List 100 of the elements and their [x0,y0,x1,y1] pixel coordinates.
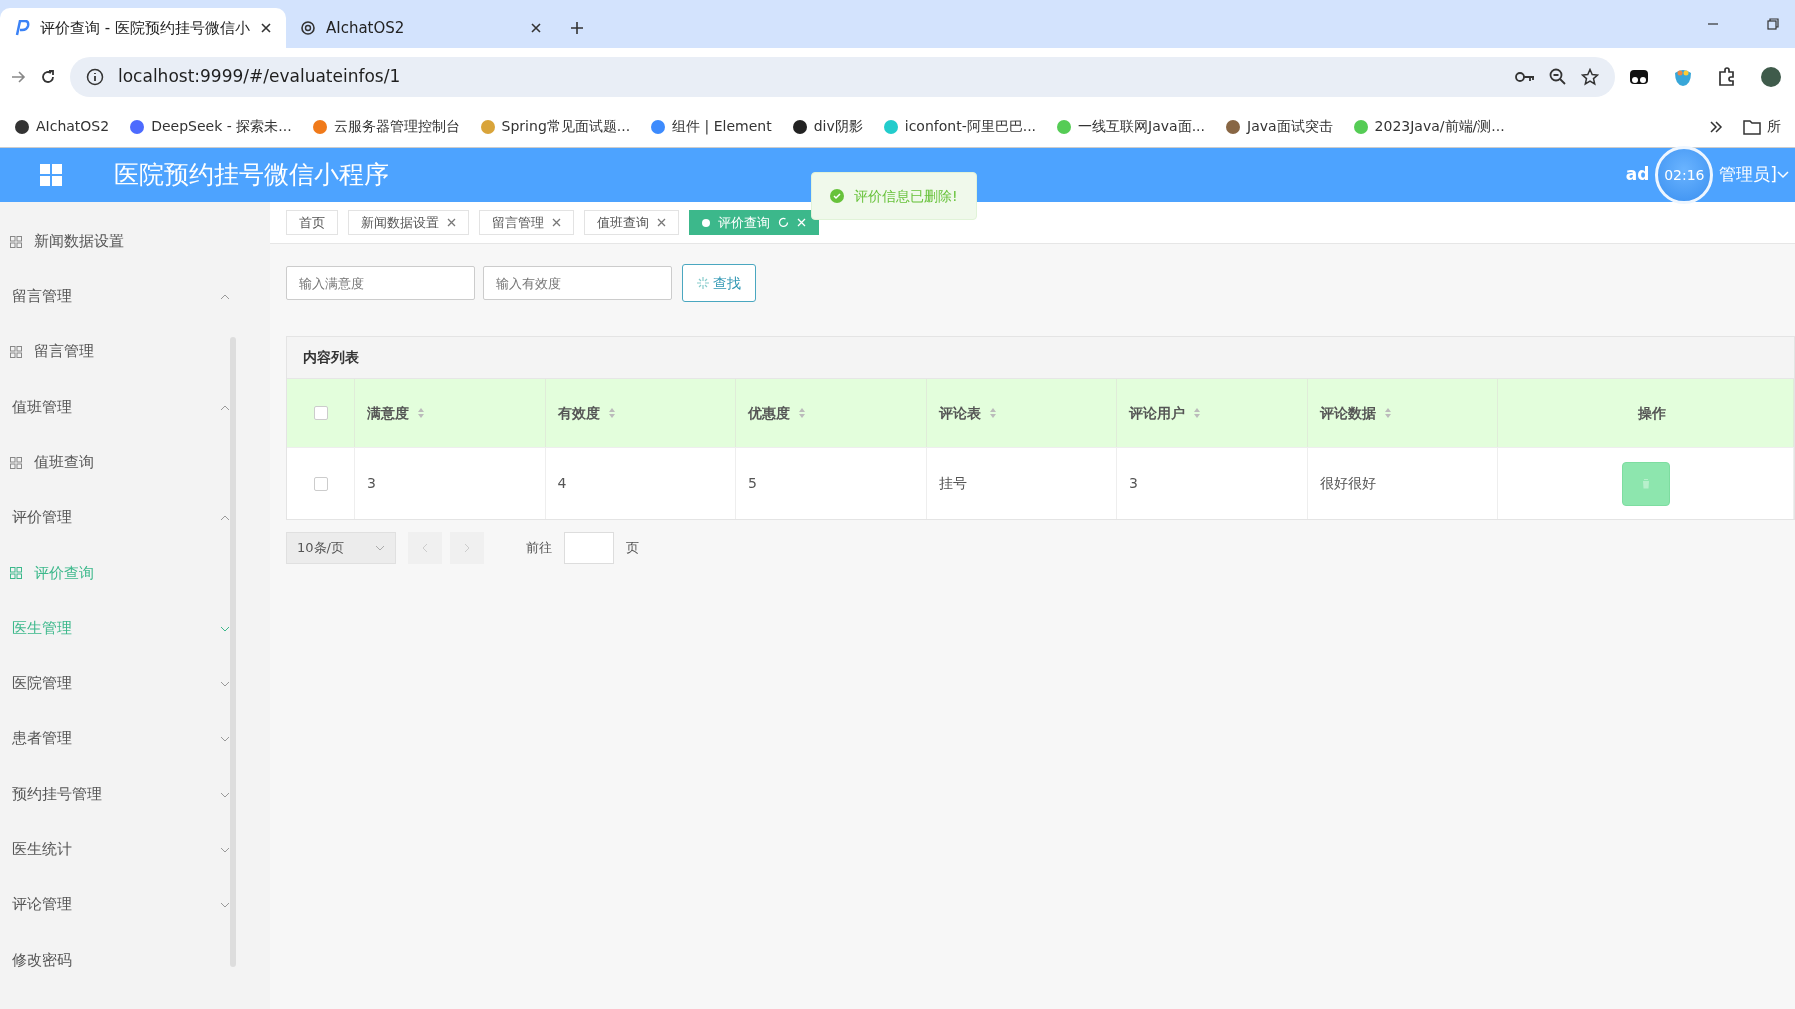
page-tab[interactable]: 新闻数据设置 [348,210,469,235]
bookmark-icon [14,118,30,135]
column-header: 操作 [1498,379,1794,447]
loading-icon [697,277,709,289]
browser-tab[interactable]: AIchatOS2 [285,8,556,48]
avatar-icon[interactable] [1761,67,1781,87]
sidebar-item[interactable]: 预约挂号管理 [0,766,270,823]
page-tab[interactable]: 值班查询 [584,210,679,235]
more-icon[interactable] [1709,119,1723,134]
table-cell-text: 挂号 [938,474,967,493]
sidebar-item[interactable]: 患者管理 [0,711,270,767]
forward-icon[interactable] [10,69,26,85]
bookmark[interactable]: DeepSeek - 探索未... [129,116,292,137]
close-icon[interactable] [259,22,272,34]
checkbox[interactable] [313,406,328,420]
grid-icon[interactable] [40,164,62,186]
goto-label: 前往 [526,539,552,558]
sidebar-item[interactable]: 评价管理 [0,490,270,546]
table-cell-text: 5 [748,474,757,493]
refresh-icon[interactable] [778,217,789,228]
page-tab[interactable]: 留言管理 [479,210,574,235]
column-header[interactable]: 满意度 [355,379,546,447]
sidebar-item[interactable]: 值班管理 [0,379,270,436]
app-title: 医院预约挂号微信小程序 [114,159,389,192]
sort-icon[interactable] [607,407,616,419]
bookmark-folder[interactable]: 所 [1743,116,1781,137]
extension-icon[interactable] [1629,68,1649,86]
column-header[interactable]: 优惠度 [736,379,927,447]
table-cell-text: 4 [557,474,567,493]
address-bar[interactable]: localhost:9999/#/evaluateinfos/1 [70,57,1615,97]
column-header[interactable]: 评论表 [926,379,1117,447]
info-icon [86,68,104,86]
page-input[interactable] [564,532,614,564]
delete-button[interactable] [1621,461,1670,506]
page-unit-label: 页 [626,539,639,558]
caret-icon[interactable] [1777,171,1789,179]
table-title: 内容列表 [287,337,1794,379]
close-icon[interactable] [529,22,542,34]
sidebar-item[interactable]: 医院管理 [0,656,270,712]
sort-icon[interactable] [1383,407,1392,419]
chevron-icon [464,543,470,553]
grid-icon [10,456,22,469]
sort-icon[interactable] [988,407,997,419]
page-size-select[interactable]: 10条/页 [286,532,396,564]
bookmark-icon [650,118,667,135]
bookmark[interactable]: 组件 | Element [650,116,772,137]
grid-icon [10,346,22,359]
bookmark[interactable]: Java面试突击 [1225,116,1333,137]
dot-icon [702,218,710,227]
browser-tab[interactable]: 评价查询 - 医院预约挂号微信小 [0,8,286,48]
bookmark[interactable]: div阴影 [791,116,863,137]
sidebar-item[interactable]: 评论管理 [0,877,270,933]
bookmark-icon [1056,118,1073,135]
plus-icon[interactable] [569,21,584,35]
key-icon[interactable] [1515,70,1535,84]
p-logo-icon [14,20,30,36]
page-tab[interactable]: 首页 [286,210,338,235]
bookmark[interactable]: 云服务器管理控制台 [311,116,460,137]
puzzle-icon[interactable] [1717,67,1737,87]
reload-icon[interactable] [40,69,56,85]
sort-icon[interactable] [1193,407,1201,419]
column-header[interactable]: 有效度 [545,379,736,447]
bookmark[interactable]: iconfont-阿里巴巴... [882,116,1037,137]
sidebar-item[interactable]: 留言管理 [0,269,270,325]
table-cell-text: 很好很好 [1319,474,1376,493]
check-circle-icon [830,189,844,203]
bookmark-icon [1352,118,1369,135]
column-header[interactable]: 评论数据 [1307,379,1498,447]
folder-icon [1743,118,1761,135]
input-field[interactable]: 输入有效度 [483,266,672,300]
grid-icon [10,567,22,580]
table-cell-text: 3 [1129,474,1138,493]
input-field[interactable]: 输入满意度 [286,266,475,300]
bookmark-icon [311,118,328,135]
star-icon[interactable] [1581,68,1599,86]
restore-icon[interactable] [1767,18,1779,30]
sidebar-item[interactable]: 值班查询 [0,435,270,491]
sidebar-item[interactable]: 留言管理 [0,324,270,380]
chevron-icon [422,543,428,553]
sort-icon[interactable] [798,407,806,419]
search-button[interactable]: 查找 [682,264,756,302]
sidebar-item[interactable]: 修改密码 [0,932,270,989]
bookmark[interactable]: 一线互联网Java面... [1056,116,1205,137]
trash-icon [1640,478,1651,489]
scrollbar[interactable] [230,337,236,967]
checkbox[interactable] [313,476,328,491]
column-header[interactable]: 评论用户 [1117,379,1308,447]
bookmark[interactable]: 2023Java/前端/测... [1352,116,1505,137]
toast: 评价信息已删除! [811,172,977,220]
bookmark-icon [1225,118,1241,135]
table-cell-text: 3 [367,474,376,493]
sort-icon[interactable] [417,407,425,419]
bookmark-icon [129,118,146,135]
bookmark[interactable]: AIchatOS2 [14,116,110,137]
bookmark-icon [882,118,899,135]
bookmark[interactable]: Spring常见面试题... [479,116,631,137]
sidebar-item[interactable]: 医生统计 [0,822,270,878]
zoom-icon[interactable] [1549,68,1567,86]
bookmark-icon [479,118,496,135]
sidebar-item[interactable]: 新闻数据设置 [0,214,270,270]
